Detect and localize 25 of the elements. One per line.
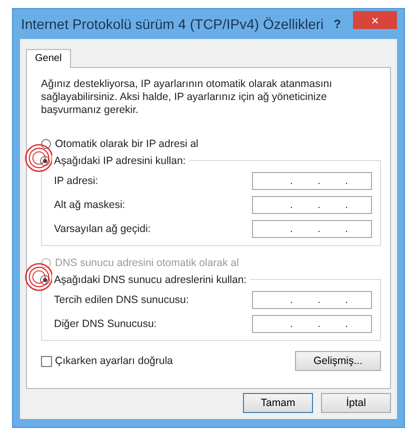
dialog-button[interactable]: İptal	[321, 393, 391, 413]
radio-button[interactable]	[41, 138, 51, 148]
field-label: Varsayılan ağ geçidi:	[54, 223, 151, 235]
field-label: Alt ağ maskesi:	[54, 199, 126, 211]
ip-address-field[interactable]: . . .	[252, 172, 372, 190]
close-button[interactable]: ×	[353, 11, 397, 29]
checkbox[interactable]	[41, 356, 52, 366]
radio-label: Otomatik olarak bir IP adresi al	[53, 138, 198, 150]
tab[interactable]: Genel	[26, 49, 71, 68]
field-label: Diğer DNS Sunucusu:	[54, 318, 157, 330]
checkbox-label: Çıkarken ayarları doğrula	[55, 355, 173, 367]
ip-address-field[interactable]: . . .	[252, 220, 372, 238]
radio-label: Aşağıdaki IP adresini kullan:	[52, 154, 186, 166]
field-label: IP adresi:	[54, 175, 98, 187]
advanced-button[interactable]: Gelişmiş...	[295, 351, 381, 371]
ip-address-field[interactable]: . . .	[252, 196, 372, 214]
window-title: Internet Protokolü sürüm 4 (TCP/IPv4) Özellikleri	[20, 16, 325, 32]
radio-label: DNS sunucu adresini otomatik olarak al	[53, 256, 239, 268]
ip-address-field[interactable]: . . .	[252, 291, 372, 309]
ip-address-field[interactable]: . . .	[252, 315, 372, 333]
description-text: Ağınız destekliyorsa, IP ayarlarının otomatik olarak atanmasını sağlayabilirsiniz. Aksi halde, IP ayarlarınız için ağ yöneticinize başvurmanız gerekir.	[41, 78, 334, 117]
help-button[interactable]: ?	[334, 17, 341, 31]
dialog-button[interactable]: Tamam	[243, 393, 313, 413]
radio-label: Aşağıdaki DNS sunucu adreslerini kullan:	[52, 274, 247, 286]
field-label: Tercih edilen DNS sunucusu:	[54, 294, 189, 306]
